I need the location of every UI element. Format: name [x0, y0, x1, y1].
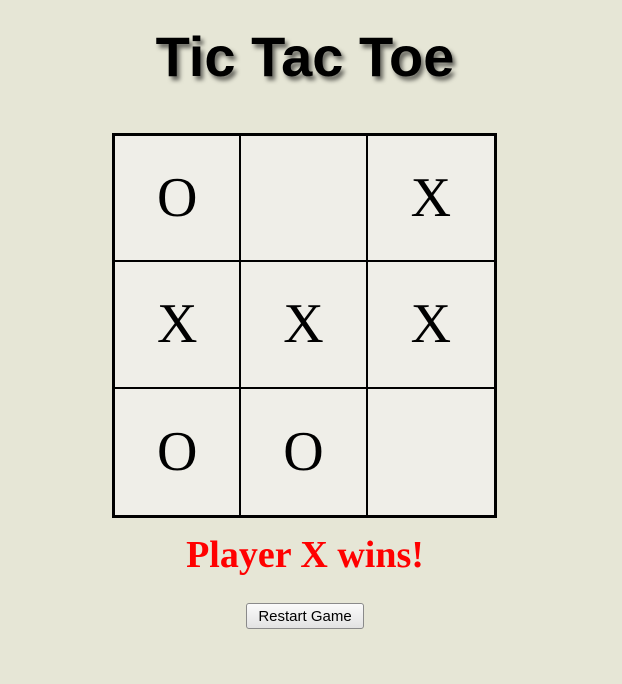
game-status-message: Player X wins!	[186, 534, 424, 576]
restart-game-button[interactable]: Restart Game	[246, 603, 364, 629]
game-title: Tic Tac Toe	[155, 25, 455, 88]
cell-r1-c2[interactable]	[241, 136, 368, 263]
cell-r1-c3[interactable]: X	[367, 136, 494, 263]
cell-r1-c1[interactable]: O	[115, 136, 242, 263]
cell-r2-c1[interactable]: X	[115, 262, 242, 389]
cell-r3-c1[interactable]: O	[115, 388, 242, 515]
game-board: O X X X X O O	[112, 133, 497, 518]
cell-r2-c2[interactable]: X	[241, 262, 368, 389]
cell-r3-c2[interactable]: O	[241, 388, 368, 515]
cell-r2-c3[interactable]: X	[367, 262, 494, 389]
cell-r3-c3[interactable]	[367, 388, 494, 515]
